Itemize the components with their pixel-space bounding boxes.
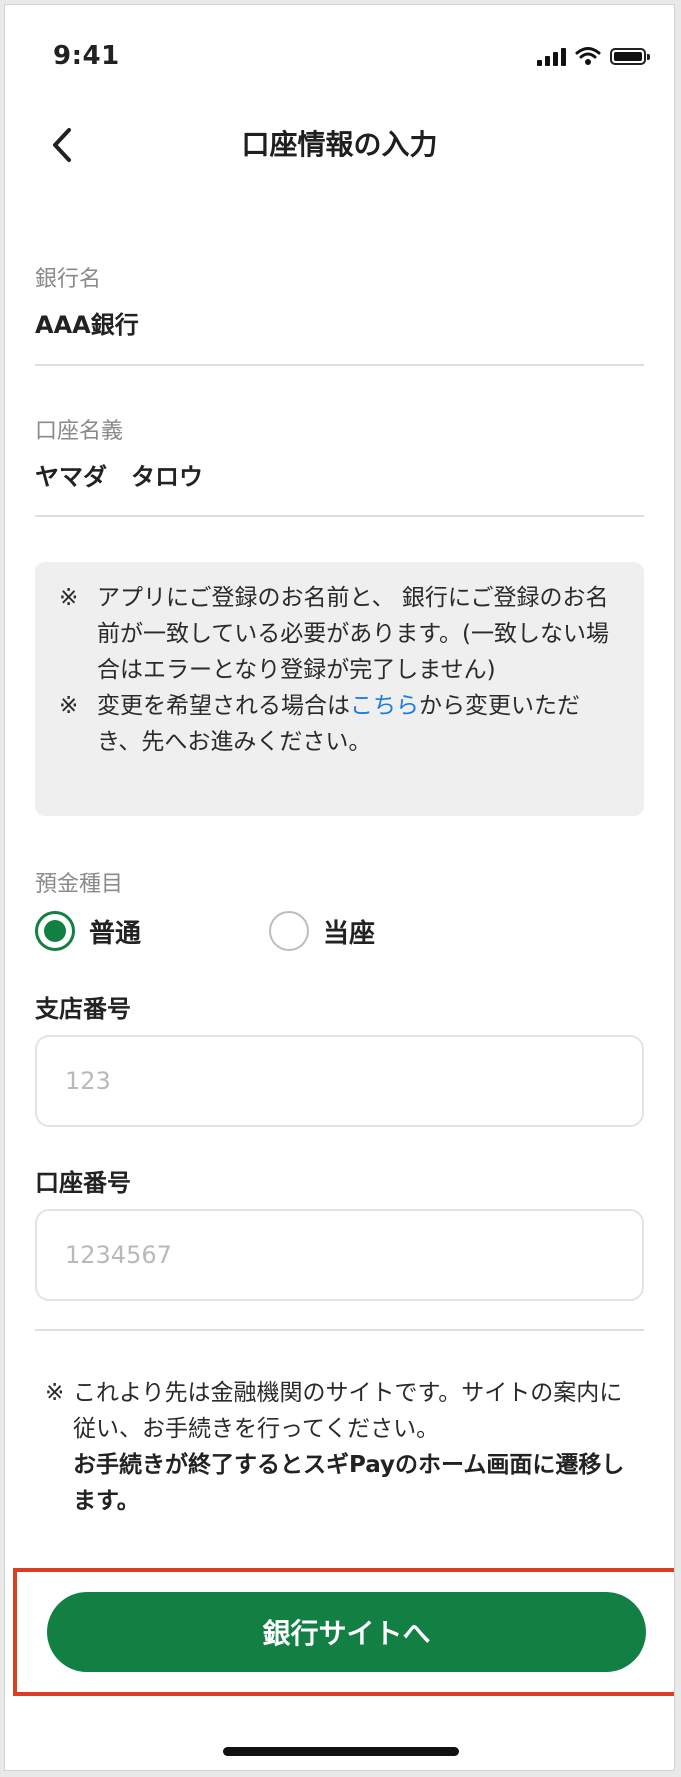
system-icons: [537, 45, 650, 67]
battery-icon: [610, 47, 650, 65]
status-bar: 9:41: [5, 5, 674, 105]
footnote: ※ これより先は金融機関のサイトです。サイトの案内に従い、お手続きを行ってくださ…: [45, 1375, 638, 1519]
footnote-mark: ※: [45, 1380, 65, 1406]
phone-screen: 9:41 口座情報の入力 銀行名 AAA銀行 口座名義 ヤマダ タロウ ※ アプ…: [4, 4, 675, 1771]
account-number-label: 口座番号: [35, 1169, 131, 1197]
home-indicator: [223, 1747, 459, 1756]
radio-unselected-icon: [269, 911, 309, 951]
radio-current-label: 当座: [323, 918, 376, 949]
account-holder-field: 口座名義 ヤマダ タロウ: [35, 413, 644, 492]
nav-bar: 口座情報の入力: [5, 105, 674, 185]
notice-text-part: 変更を希望される場合は: [97, 693, 350, 719]
footnote-item: ※ これより先は金融機関のサイトです。サイトの案内に従い、お手続きを行ってくださ…: [45, 1375, 638, 1519]
branch-number-input[interactable]: [35, 1035, 644, 1127]
bank-name-field: 銀行名 AAA銀行: [35, 261, 644, 340]
deposit-type-label: 預金種目: [35, 872, 124, 897]
radio-selected-icon: [35, 911, 75, 951]
notice-item: ※ アプリにご登録のお名前と、 銀行にご登録のお名前が一致している必要があります…: [59, 580, 614, 688]
notice-mark: ※: [59, 693, 79, 719]
branch-number-label: 支店番号: [35, 995, 131, 1023]
cellular-signal-icon: [537, 46, 566, 66]
divider: [35, 1329, 644, 1331]
notice-box: ※ アプリにご登録のお名前と、 銀行にご登録のお名前が一致している必要があります…: [35, 562, 644, 816]
radio-ordinary[interactable]: 普通: [35, 911, 141, 951]
footnote-text: これより先は金融機関のサイトです。サイトの案内に従い、お手続きを行ってください。: [73, 1380, 623, 1442]
account-holder-value: ヤマダ タロウ: [35, 463, 203, 491]
notice-text: アプリにご登録のお名前と、 銀行にご登録のお名前が一致している必要があります。(…: [97, 585, 609, 683]
status-time: 9:41: [53, 41, 120, 71]
bank-name-value: AAA銀行: [35, 311, 139, 339]
notice-item: ※ 変更を希望される場合はこちらから変更いただき、先へお進みください。: [59, 688, 614, 760]
notice-text: 変更を希望される場合はこちらから変更いただき、先へお進みください。: [97, 688, 614, 760]
divider: [35, 364, 644, 366]
cta-highlight-frame: 銀行サイトへ: [13, 1568, 674, 1696]
account-holder-label: 口座名義: [35, 419, 124, 444]
radio-ordinary-label: 普通: [89, 918, 142, 949]
divider: [35, 515, 644, 517]
notice-mark: ※: [59, 585, 79, 611]
wifi-icon: [575, 47, 601, 65]
radio-current[interactable]: 当座: [269, 911, 375, 951]
footnote-bold-text: お手続きが終了するとスギPayのホーム画面に遷移します。: [73, 1452, 625, 1514]
account-number-input[interactable]: [35, 1209, 644, 1301]
go-to-bank-site-button[interactable]: 銀行サイトへ: [47, 1592, 646, 1672]
change-link[interactable]: こちら: [350, 693, 419, 719]
bank-name-label: 銀行名: [35, 267, 102, 292]
page-title: 口座情報の入力: [241, 128, 438, 161]
